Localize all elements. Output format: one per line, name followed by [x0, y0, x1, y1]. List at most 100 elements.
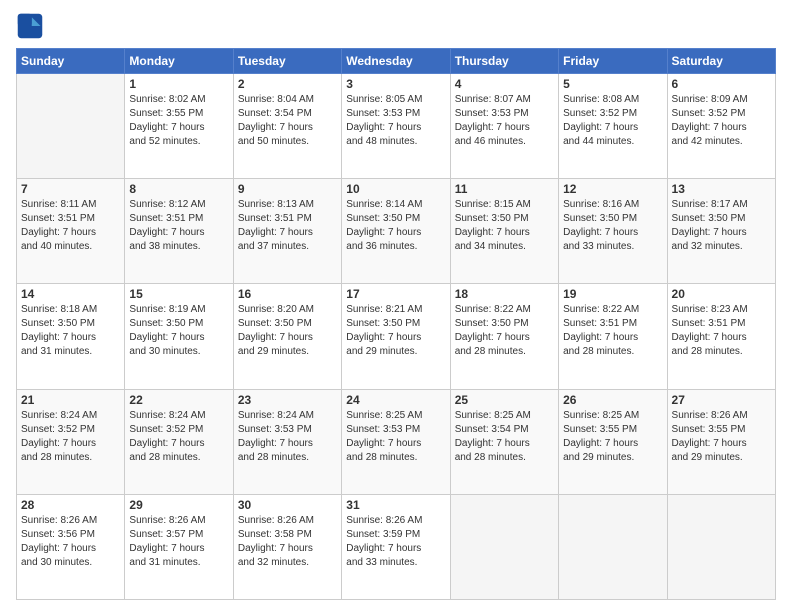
day-cell: 3 Sunrise: 8:05 AM Sunset: 3:53 PM Daylig… [342, 74, 450, 179]
day-cell [667, 494, 775, 599]
day-cell: 26 Sunrise: 8:25 AM Sunset: 3:55 PM Dayli… [559, 389, 667, 494]
calendar-header: SundayMondayTuesdayWednesdayThursdayFrid… [17, 49, 776, 74]
day-cell: 9Sunrise: 8:13 AM Sunset: 3:51 PM Daylig… [233, 179, 341, 284]
day-number: 12 [563, 182, 662, 196]
day-cell: 8 Sunrise: 8:12 AM Sunset: 3:51 PM Daylig… [125, 179, 233, 284]
day-info: Sunrise: 8:25 AM Sunset: 3:55 PM Dayligh… [563, 409, 662, 465]
calendar-body: 1Sunrise: 8:02 AM Sunset: 3:55 PM Daylig… [17, 74, 776, 600]
day-number: 28 [21, 498, 120, 512]
header-day-thursday: Thursday [450, 49, 558, 74]
week-row-2: 14Sunrise: 8:18 AM Sunset: 3:50 PM Dayli… [17, 284, 776, 389]
day-info: Sunrise: 8:21 AM Sunset: 3:50 PM Dayligh… [346, 303, 445, 359]
day-number: 19 [563, 287, 662, 301]
day-cell [450, 494, 558, 599]
day-cell: 12 Sunrise: 8:16 AM Sunset: 3:50 PM Dayli… [559, 179, 667, 284]
page: SundayMondayTuesdayWednesdayThursdayFrid… [0, 0, 792, 612]
day-number: 8 [129, 182, 228, 196]
day-info: Sunrise: 8:26 AM Sunset: 3:57 PM Dayligh… [129, 514, 228, 570]
day-info: Sunrise: 8:24 AM Sunset: 3:52 PM Dayligh… [21, 409, 120, 465]
header-day-friday: Friday [559, 49, 667, 74]
day-cell: 1Sunrise: 8:02 AM Sunset: 3:55 PM Daylig… [125, 74, 233, 179]
day-cell: 4 Sunrise: 8:07 AM Sunset: 3:53 PM Daylig… [450, 74, 558, 179]
day-cell [559, 494, 667, 599]
day-info: Sunrise: 8:24 AM Sunset: 3:53 PM Dayligh… [238, 409, 337, 465]
day-number: 29 [129, 498, 228, 512]
day-number: 18 [455, 287, 554, 301]
day-info: Sunrise: 8:07 AM Sunset: 3:53 PM Dayligh… [455, 93, 554, 149]
day-info: Sunrise: 8:26 AM Sunset: 3:58 PM Dayligh… [238, 514, 337, 570]
day-info: Sunrise: 8:15 AM Sunset: 3:50 PM Dayligh… [455, 198, 554, 254]
day-number: 23 [238, 393, 337, 407]
day-info: Sunrise: 8:24 AM Sunset: 3:52 PM Dayligh… [129, 409, 228, 465]
week-row-4: 28 Sunrise: 8:26 AM Sunset: 3:56 PM Dayli… [17, 494, 776, 599]
day-cell: 19Sunrise: 8:22 AM Sunset: 3:51 PM Dayli… [559, 284, 667, 389]
day-cell: 16Sunrise: 8:20 AM Sunset: 3:50 PM Dayli… [233, 284, 341, 389]
day-number: 2 [238, 77, 337, 91]
day-number: 20 [672, 287, 771, 301]
day-info: Sunrise: 8:09 AM Sunset: 3:52 PM Dayligh… [672, 93, 771, 149]
day-number: 11 [455, 182, 554, 196]
day-cell: 5Sunrise: 8:08 AM Sunset: 3:52 PM Daylig… [559, 74, 667, 179]
day-cell: 27Sunrise: 8:26 AM Sunset: 3:55 PM Dayli… [667, 389, 775, 494]
day-number: 1 [129, 77, 228, 91]
day-cell: 31 Sunrise: 8:26 AM Sunset: 3:59 PM Dayli… [342, 494, 450, 599]
day-number: 4 [455, 77, 554, 91]
day-info: Sunrise: 8:14 AM Sunset: 3:50 PM Dayligh… [346, 198, 445, 254]
day-number: 7 [21, 182, 120, 196]
day-cell: 6 Sunrise: 8:09 AM Sunset: 3:52 PM Daylig… [667, 74, 775, 179]
week-row-1: 7 Sunrise: 8:11 AM Sunset: 3:51 PM Daylig… [17, 179, 776, 284]
day-number: 26 [563, 393, 662, 407]
day-info: Sunrise: 8:23 AM Sunset: 3:51 PM Dayligh… [672, 303, 771, 359]
day-info: Sunrise: 8:19 AM Sunset: 3:50 PM Dayligh… [129, 303, 228, 359]
header-day-tuesday: Tuesday [233, 49, 341, 74]
day-cell: 24 Sunrise: 8:25 AM Sunset: 3:53 PM Dayli… [342, 389, 450, 494]
day-info: Sunrise: 8:25 AM Sunset: 3:53 PM Dayligh… [346, 409, 445, 465]
day-info: Sunrise: 8:04 AM Sunset: 3:54 PM Dayligh… [238, 93, 337, 149]
day-cell: 22 Sunrise: 8:24 AM Sunset: 3:52 PM Dayli… [125, 389, 233, 494]
week-row-3: 21 Sunrise: 8:24 AM Sunset: 3:52 PM Dayli… [17, 389, 776, 494]
day-number: 14 [21, 287, 120, 301]
day-cell [17, 74, 125, 179]
day-number: 30 [238, 498, 337, 512]
day-number: 27 [672, 393, 771, 407]
day-info: Sunrise: 8:12 AM Sunset: 3:51 PM Dayligh… [129, 198, 228, 254]
header-day-monday: Monday [125, 49, 233, 74]
logo [16, 12, 48, 40]
day-cell: 18 Sunrise: 8:22 AM Sunset: 3:50 PM Dayli… [450, 284, 558, 389]
day-cell: 10 Sunrise: 8:14 AM Sunset: 3:50 PM Dayli… [342, 179, 450, 284]
day-info: Sunrise: 8:05 AM Sunset: 3:53 PM Dayligh… [346, 93, 445, 149]
day-number: 16 [238, 287, 337, 301]
day-info: Sunrise: 8:25 AM Sunset: 3:54 PM Dayligh… [455, 409, 554, 465]
day-cell: 28 Sunrise: 8:26 AM Sunset: 3:56 PM Dayli… [17, 494, 125, 599]
day-number: 13 [672, 182, 771, 196]
day-cell: 20 Sunrise: 8:23 AM Sunset: 3:51 PM Dayli… [667, 284, 775, 389]
day-number: 9 [238, 182, 337, 196]
day-cell: 11 Sunrise: 8:15 AM Sunset: 3:50 PM Dayli… [450, 179, 558, 284]
day-info: Sunrise: 8:22 AM Sunset: 3:50 PM Dayligh… [455, 303, 554, 359]
day-info: Sunrise: 8:08 AM Sunset: 3:52 PM Dayligh… [563, 93, 662, 149]
day-cell: 14Sunrise: 8:18 AM Sunset: 3:50 PM Dayli… [17, 284, 125, 389]
day-info: Sunrise: 8:26 AM Sunset: 3:59 PM Dayligh… [346, 514, 445, 570]
day-number: 3 [346, 77, 445, 91]
day-number: 22 [129, 393, 228, 407]
day-cell: 29 Sunrise: 8:26 AM Sunset: 3:57 PM Dayli… [125, 494, 233, 599]
day-info: Sunrise: 8:17 AM Sunset: 3:50 PM Dayligh… [672, 198, 771, 254]
day-cell: 23 Sunrise: 8:24 AM Sunset: 3:53 PM Dayli… [233, 389, 341, 494]
day-number: 24 [346, 393, 445, 407]
day-cell: 2 Sunrise: 8:04 AM Sunset: 3:54 PM Daylig… [233, 74, 341, 179]
header-day-wednesday: Wednesday [342, 49, 450, 74]
day-info: Sunrise: 8:26 AM Sunset: 3:56 PM Dayligh… [21, 514, 120, 570]
day-number: 21 [21, 393, 120, 407]
day-info: Sunrise: 8:11 AM Sunset: 3:51 PM Dayligh… [21, 198, 120, 254]
day-cell: 13 Sunrise: 8:17 AM Sunset: 3:50 PM Dayli… [667, 179, 775, 284]
header-day-saturday: Saturday [667, 49, 775, 74]
day-number: 10 [346, 182, 445, 196]
calendar-table: SundayMondayTuesdayWednesdayThursdayFrid… [16, 48, 776, 600]
day-cell: 7 Sunrise: 8:11 AM Sunset: 3:51 PM Daylig… [17, 179, 125, 284]
day-number: 25 [455, 393, 554, 407]
day-number: 15 [129, 287, 228, 301]
day-cell: 25 Sunrise: 8:25 AM Sunset: 3:54 PM Dayli… [450, 389, 558, 494]
day-number: 6 [672, 77, 771, 91]
day-info: Sunrise: 8:16 AM Sunset: 3:50 PM Dayligh… [563, 198, 662, 254]
day-number: 31 [346, 498, 445, 512]
